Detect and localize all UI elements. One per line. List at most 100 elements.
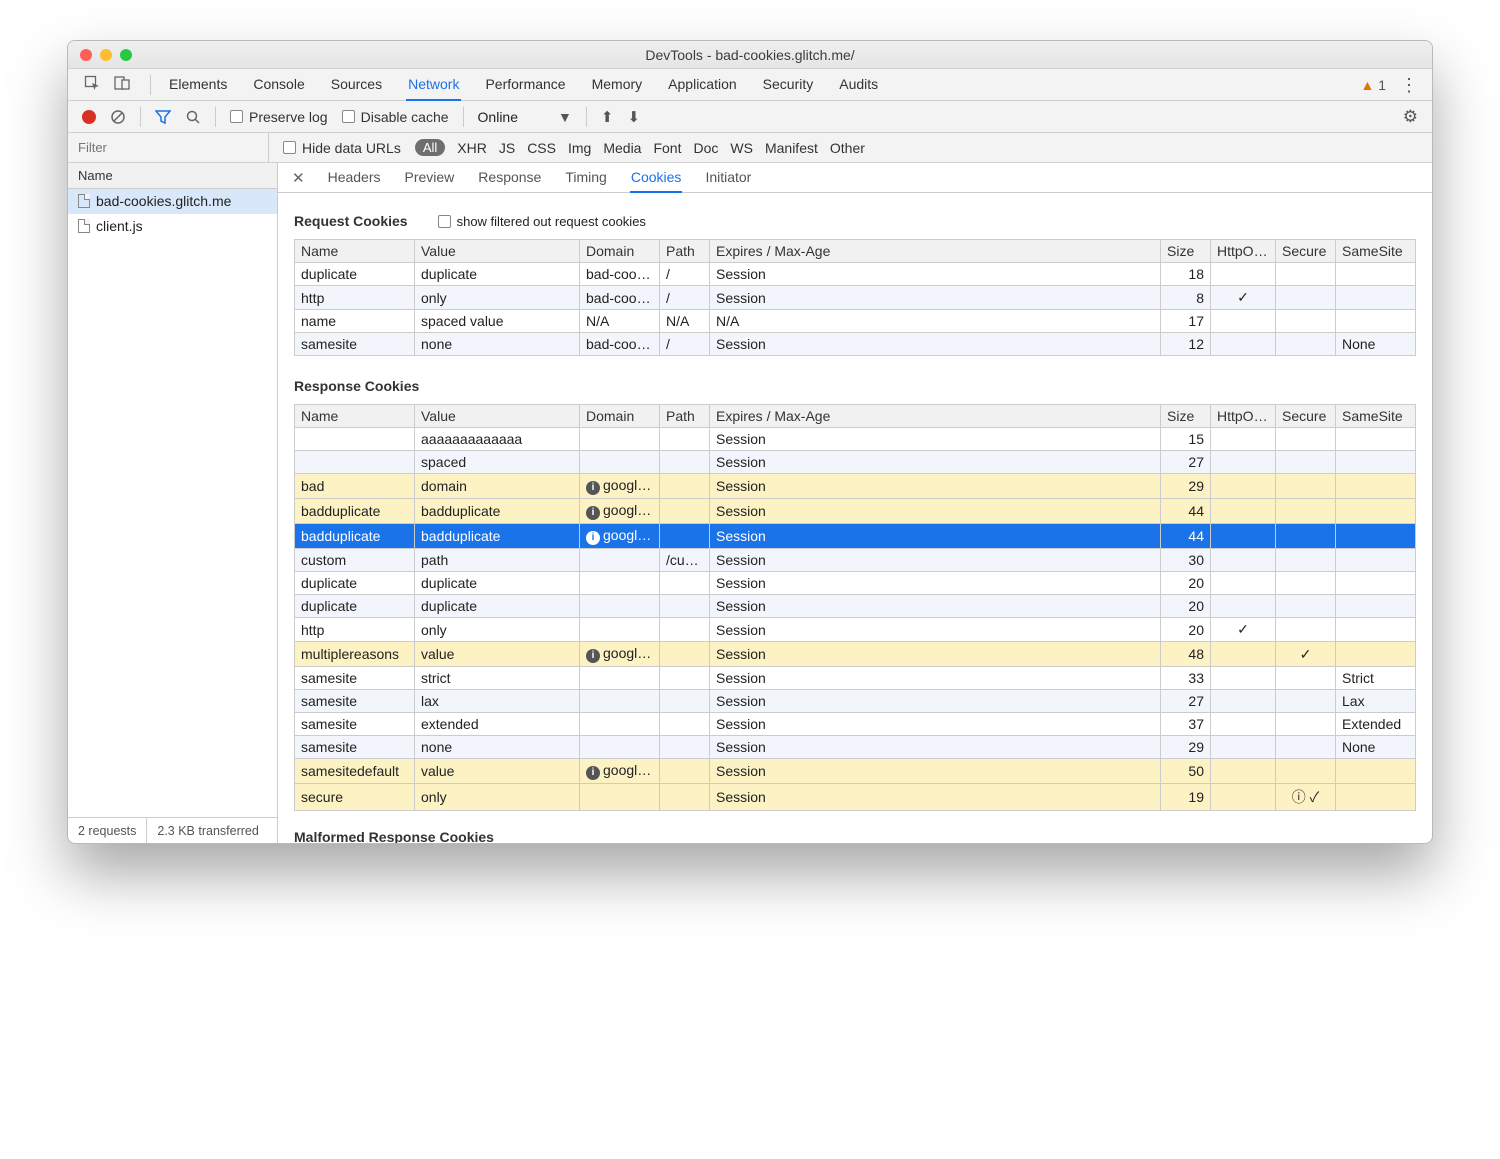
cell <box>1336 263 1416 286</box>
column-header[interactable]: Secure <box>1276 405 1336 428</box>
cookie-row[interactable]: multiplereasonsvalueigoogl…Session48✓ <box>295 642 1416 667</box>
filter-toggle-icon[interactable] <box>155 109 171 125</box>
column-header[interactable]: Name <box>295 405 415 428</box>
cell: N/A <box>580 310 660 333</box>
record-button[interactable] <box>82 110 96 124</box>
column-header[interactable]: HttpO… <box>1211 240 1276 263</box>
request-row[interactable]: client.js <box>68 214 277 239</box>
column-header[interactable]: SameSite <box>1336 405 1416 428</box>
cell: 33 <box>1161 667 1211 690</box>
sidebar-header-name[interactable]: Name <box>68 163 277 189</box>
cookie-row[interactable]: spacedSession27 <box>295 451 1416 474</box>
type-filter-img[interactable]: Img <box>568 140 591 156</box>
upload-har-icon[interactable]: ⬆︎ <box>601 108 614 126</box>
cookie-row[interactable]: secureonlySession19ⓘ ✓ <box>295 784 1416 811</box>
main-tab-console[interactable]: Console <box>251 69 306 101</box>
type-filter-js[interactable]: JS <box>499 140 515 156</box>
request-name: bad-cookies.glitch.me <box>96 193 231 209</box>
cookie-row[interactable]: badduplicatebadduplicateigoogl…Session44 <box>295 524 1416 549</box>
footer-requests-count: 2 requests <box>68 818 147 843</box>
type-filter-font[interactable]: Font <box>653 140 681 156</box>
cookie-row[interactable]: badduplicatebadduplicateigoogl…Session44 <box>295 499 1416 524</box>
main-tab-security[interactable]: Security <box>761 69 816 101</box>
main-tab-application[interactable]: Application <box>666 69 739 101</box>
cookie-row[interactable]: samesiteextendedSession37Extended <box>295 713 1416 736</box>
cookie-row[interactable]: httponlybad-coo…/Session8✓ <box>295 286 1416 310</box>
cell: Session <box>710 428 1161 451</box>
minimize-window-button[interactable] <box>100 49 112 61</box>
type-filter-ws[interactable]: WS <box>730 140 753 156</box>
column-header[interactable]: Value <box>415 240 580 263</box>
settings-gear-icon[interactable]: ⚙︎ <box>1403 107 1418 127</box>
cookie-row[interactable]: duplicateduplicateSession20 <box>295 595 1416 618</box>
download-har-icon[interactable]: ⬇︎ <box>627 108 640 126</box>
detail-tab-response[interactable]: Response <box>477 163 542 193</box>
column-header[interactable]: Expires / Max-Age <box>710 405 1161 428</box>
main-tab-memory[interactable]: Memory <box>590 69 645 101</box>
column-header[interactable]: Path <box>660 405 710 428</box>
cookie-row[interactable]: duplicateduplicatebad-coo…/Session18 <box>295 263 1416 286</box>
detail-tab-cookies[interactable]: Cookies <box>630 163 683 193</box>
column-header[interactable]: Path <box>660 240 710 263</box>
type-filter-media[interactable]: Media <box>603 140 641 156</box>
detail-tab-preview[interactable]: Preview <box>404 163 456 193</box>
main-tab-elements[interactable]: Elements <box>167 69 229 101</box>
inspect-element-icon[interactable] <box>84 75 100 94</box>
disable-cache-checkbox[interactable]: Disable cache <box>342 109 449 125</box>
cell <box>1276 713 1336 736</box>
show-filtered-checkbox[interactable]: show filtered out request cookies <box>438 214 646 229</box>
cell <box>1211 451 1276 474</box>
throttling-select[interactable]: Online▼ <box>478 109 572 125</box>
cookie-row[interactable]: httponlySession20✓ <box>295 618 1416 642</box>
search-icon[interactable] <box>185 109 201 125</box>
type-filter-other[interactable]: Other <box>830 140 865 156</box>
cell: Session <box>710 618 1161 642</box>
cell <box>1276 428 1336 451</box>
column-header[interactable]: Size <box>1161 405 1211 428</box>
column-header[interactable]: HttpO… <box>1211 405 1276 428</box>
detail-tab-timing[interactable]: Timing <box>564 163 608 193</box>
type-filter-all[interactable]: All <box>415 139 445 156</box>
cookie-row[interactable]: samesitedefaultvalueigoogl…Session50 <box>295 759 1416 784</box>
cookie-row[interactable]: namespaced valueN/AN/AN/A17 <box>295 310 1416 333</box>
filter-input[interactable] <box>68 133 268 162</box>
cell <box>1211 310 1276 333</box>
column-header[interactable]: Expires / Max-Age <box>710 240 1161 263</box>
warnings-badge[interactable]: ▲ 1 <box>1360 77 1386 93</box>
request-row[interactable]: bad-cookies.glitch.me <box>68 189 277 214</box>
main-tab-sources[interactable]: Sources <box>329 69 384 101</box>
detail-tab-headers[interactable]: Headers <box>327 163 382 193</box>
type-filter-doc[interactable]: Doc <box>693 140 718 156</box>
preserve-log-checkbox[interactable]: Preserve log <box>230 109 328 125</box>
type-filter-css[interactable]: CSS <box>527 140 556 156</box>
zoom-window-button[interactable] <box>120 49 132 61</box>
main-tab-audits[interactable]: Audits <box>837 69 880 101</box>
cookie-row[interactable]: custompath/cu…Session30 <box>295 549 1416 572</box>
column-header[interactable]: Size <box>1161 240 1211 263</box>
column-header[interactable]: Secure <box>1276 240 1336 263</box>
type-filter-xhr[interactable]: XHR <box>457 140 487 156</box>
cookie-row[interactable]: duplicateduplicateSession20 <box>295 572 1416 595</box>
cookie-row[interactable]: baddomainigoogl…Session29 <box>295 474 1416 499</box>
column-header[interactable]: Name <box>295 240 415 263</box>
cookie-row[interactable]: aaaaaaaaaaaaaSession15 <box>295 428 1416 451</box>
detail-tab-initiator[interactable]: Initiator <box>704 163 752 193</box>
column-header[interactable]: Value <box>415 405 580 428</box>
type-filter-manifest[interactable]: Manifest <box>765 140 818 156</box>
column-header[interactable]: SameSite <box>1336 240 1416 263</box>
close-details-icon[interactable]: ✕ <box>292 169 305 187</box>
close-window-button[interactable] <box>80 49 92 61</box>
cookie-row[interactable]: samesitestrictSession33Strict <box>295 667 1416 690</box>
hide-data-urls-checkbox[interactable]: Hide data URLs <box>283 140 401 156</box>
column-header[interactable]: Domain <box>580 405 660 428</box>
cookie-row[interactable]: samesitenoneSession29None <box>295 736 1416 759</box>
column-header[interactable]: Domain <box>580 240 660 263</box>
cookie-row[interactable]: samesitenonebad-coo…/Session12None <box>295 333 1416 356</box>
main-tab-performance[interactable]: Performance <box>483 69 567 101</box>
main-tab-network[interactable]: Network <box>406 69 461 101</box>
cell: 37 <box>1161 713 1211 736</box>
cookie-row[interactable]: samesitelaxSession27Lax <box>295 690 1416 713</box>
cell: only <box>415 286 580 310</box>
device-toolbar-icon[interactable] <box>114 75 130 94</box>
clear-button[interactable] <box>110 109 126 125</box>
